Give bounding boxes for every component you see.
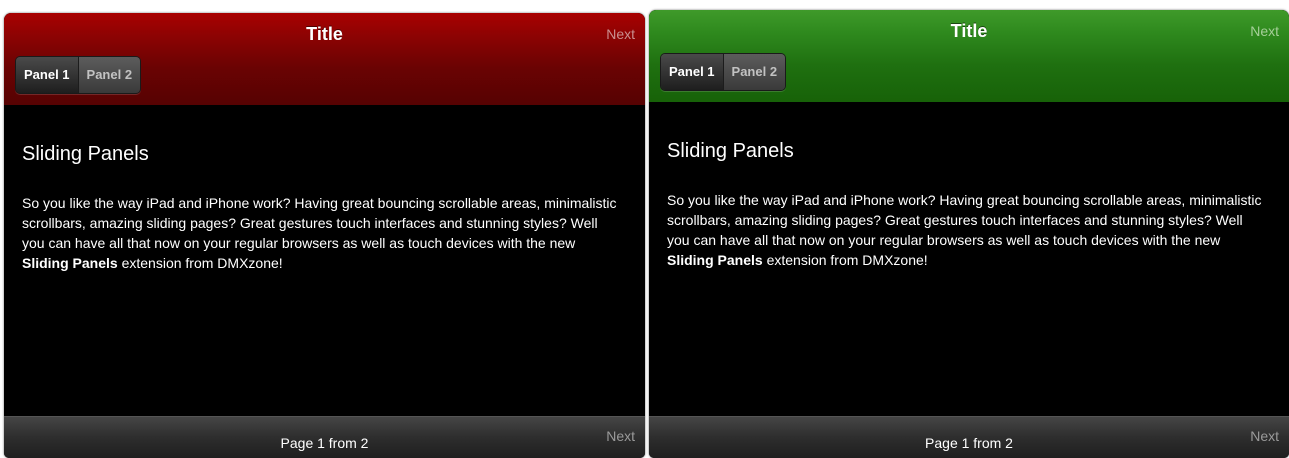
- paragraph-text-bold: Sliding Panels: [22, 255, 118, 271]
- header-next-button[interactable]: Next: [606, 26, 635, 42]
- footer-next-button[interactable]: Next: [1250, 428, 1279, 444]
- content-heading: Sliding Panels: [667, 140, 794, 162]
- paragraph-text-start: So you like the way iPad and iPhone work…: [22, 195, 617, 251]
- content-heading: Sliding Panels: [22, 143, 149, 165]
- paragraph-text-bold: Sliding Panels: [667, 252, 763, 268]
- tab-panel-1[interactable]: Panel 1: [661, 54, 723, 90]
- panel-tabs: Panel 1 Panel 2: [15, 56, 142, 94]
- paragraph-text-start: So you like the way iPad and iPhone work…: [667, 192, 1262, 248]
- panel-content: Sliding Panels So you like the way iPad …: [4, 105, 645, 418]
- paragraph-text-end: extension from DMXzone!: [762, 252, 928, 268]
- header-title: Title: [950, 21, 988, 41]
- header-bar: Title Next Panel 1 Panel 2: [649, 10, 1289, 102]
- footer-bar: Page 1 from 2 Next: [4, 416, 645, 458]
- paragraph-text-end: extension from DMXzone!: [117, 255, 283, 271]
- header-title: Title: [306, 24, 343, 44]
- sliding-panels-widget-green: Title Next Panel 1 Panel 2 Sliding Panel…: [649, 10, 1289, 458]
- tab-panel-2[interactable]: Panel 2: [722, 54, 786, 90]
- footer-bar: Page 1 from 2 Next: [649, 416, 1289, 458]
- page-status: Page 1 from 2: [280, 435, 369, 451]
- panel-content: Sliding Panels So you like the way iPad …: [649, 102, 1289, 418]
- content-paragraph: So you like the way iPad and iPhone work…: [22, 193, 622, 273]
- panel-tabs: Panel 1 Panel 2: [660, 53, 787, 91]
- footer-next-button[interactable]: Next: [606, 428, 635, 444]
- sliding-panels-widget-red: Title Next Panel 1 Panel 2 Sliding Panel…: [4, 13, 645, 458]
- tab-panel-1[interactable]: Panel 1: [16, 57, 78, 93]
- page-status: Page 1 from 2: [925, 435, 1013, 451]
- header-bar: Title Next Panel 1 Panel 2: [4, 13, 645, 105]
- tab-panel-2[interactable]: Panel 2: [77, 57, 141, 93]
- content-paragraph: So you like the way iPad and iPhone work…: [667, 190, 1267, 270]
- header-next-button[interactable]: Next: [1250, 23, 1279, 39]
